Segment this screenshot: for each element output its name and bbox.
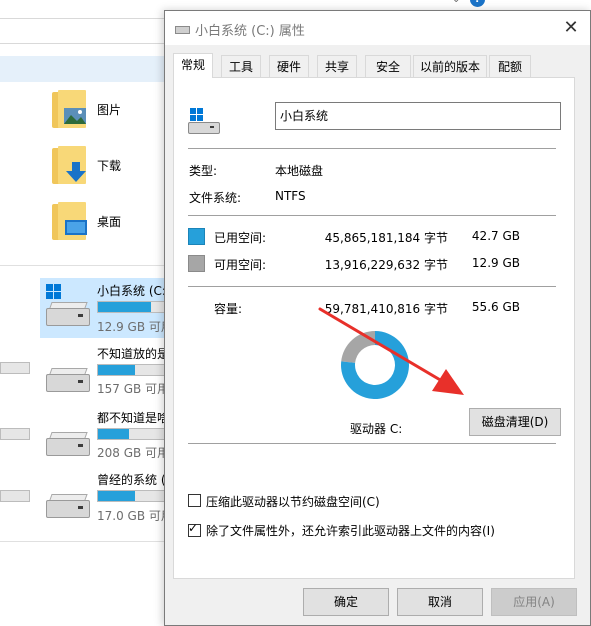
nav-highlight-row (0, 56, 170, 82)
divider (188, 215, 556, 216)
folder-label-pictures[interactable]: 图片 (97, 101, 121, 118)
ok-button[interactable]: 确定 (303, 588, 389, 616)
free-space-bytes: 13,916,229,632 字节 (324, 258, 448, 272)
drive-name-3[interactable]: 都不知道是啥 (97, 409, 167, 426)
tab-hardware[interactable]: 硬件 (269, 55, 309, 77)
drive-usage-bar-c (97, 301, 167, 313)
drive-free-3: 208 GB 可用 (97, 446, 167, 460)
compress-drive-label[interactable]: 压缩此驱动器以节约磁盘空间(C) (206, 493, 380, 510)
drive-bar-stub (0, 362, 30, 374)
pictures-badge-icon (64, 108, 86, 124)
drive-name-4[interactable]: 曾经的系统 ( (97, 471, 167, 488)
free-space-swatch (188, 255, 205, 272)
dialog-title: 小白系统 (C:) 属性 (195, 24, 305, 39)
apply-button[interactable]: 应用(A) (491, 588, 577, 616)
used-space-size: 42.7 GB (471, 229, 520, 243)
divider (188, 286, 556, 287)
annotation-arrow-icon (318, 307, 464, 395)
tab-quota[interactable]: 配额 (489, 55, 531, 77)
drive-name-input[interactable]: 小白系统 (275, 102, 561, 130)
compress-drive-checkbox[interactable] (188, 494, 201, 507)
drive-icon (175, 23, 190, 34)
general-tab-panel: 小白系统 类型: 本地磁盘 文件系统: NTFS 已用空间: 45,865,18… (173, 77, 575, 579)
help-icon[interactable]: ? (470, 0, 485, 7)
downloads-folder-icon[interactable] (52, 144, 90, 186)
download-arrow-icon (66, 162, 86, 182)
index-contents-label[interactable]: 除了文件属性外，还允许索引此驱动器上文件的内容(I) (206, 522, 495, 539)
drive-free-c: 12.9 GB 可用 (97, 320, 167, 334)
windows-logo-icon (46, 284, 62, 300)
type-label: 类型: (189, 164, 218, 178)
used-space-swatch (188, 228, 205, 245)
drive-usage-bar-4 (97, 490, 167, 502)
chevron-down-icon[interactable]: ⌄ (452, 0, 460, 5)
drive-properties-dialog: 小白系统 (C:) 属性 ✕ 常规 工具 硬件 共享 安全 以前的版本 配额 小… (164, 10, 591, 626)
desktop-folder-icon[interactable] (52, 200, 90, 242)
used-space-bytes: 45,865,181,184 字节 (324, 231, 448, 245)
drive-letter-label: 驱动器 C: (350, 422, 403, 436)
drive-icon[interactable] (44, 358, 90, 398)
divider (0, 541, 170, 542)
drive-name-2[interactable]: 不知道放的是 (97, 345, 167, 362)
index-contents-checkbox[interactable]: ✓ (188, 521, 201, 537)
drive-icon (186, 108, 222, 136)
close-button[interactable]: ✕ (560, 17, 582, 39)
drive-free-4: 17.0 GB 可用 (97, 509, 167, 523)
capacity-label: 容量: (214, 302, 243, 316)
drive-name-c[interactable]: 小白系统 (C:) (97, 282, 167, 299)
tab-security[interactable]: 安全 (365, 55, 411, 77)
disk-cleanup-button[interactable]: 磁盘清理(D) (469, 408, 561, 436)
filesystem-value: NTFS (275, 189, 306, 203)
tab-general[interactable]: 常规 (173, 53, 213, 78)
tab-previous-versions[interactable]: 以前的版本 (413, 55, 487, 77)
filesystem-label: 文件系统: (189, 191, 242, 205)
dialog-titlebar[interactable]: 小白系统 (C:) 属性 ✕ (165, 11, 590, 45)
free-space-size: 12.9 GB (471, 256, 520, 270)
drive-icon[interactable] (44, 422, 90, 462)
divider (188, 443, 556, 444)
drive-usage-bar-3 (97, 428, 167, 440)
free-space-label: 可用空间: (214, 258, 267, 272)
checkmark-icon: ✓ (188, 521, 199, 535)
system-drive-icon[interactable] (44, 284, 90, 332)
divider (0, 265, 170, 266)
drive-free-2: 157 GB 可用 (97, 382, 167, 396)
address-bar[interactable] (0, 18, 170, 44)
folder-label-downloads[interactable]: 下载 (97, 157, 121, 174)
drive-bar-stub (0, 428, 30, 440)
pictures-folder-icon[interactable] (52, 88, 90, 130)
drive-usage-bar-2 (97, 364, 167, 376)
desktop-badge-icon (65, 220, 87, 235)
drive-icon[interactable] (44, 484, 90, 524)
cancel-button[interactable]: 取消 (397, 588, 483, 616)
tab-sharing[interactable]: 共享 (317, 55, 357, 77)
type-value: 本地磁盘 (275, 164, 324, 178)
divider (188, 148, 556, 149)
used-space-label: 已用空间: (214, 231, 267, 245)
tab-tools[interactable]: 工具 (221, 55, 261, 77)
folder-label-desktop[interactable]: 桌面 (97, 213, 121, 230)
drive-bar-stub (0, 490, 30, 502)
